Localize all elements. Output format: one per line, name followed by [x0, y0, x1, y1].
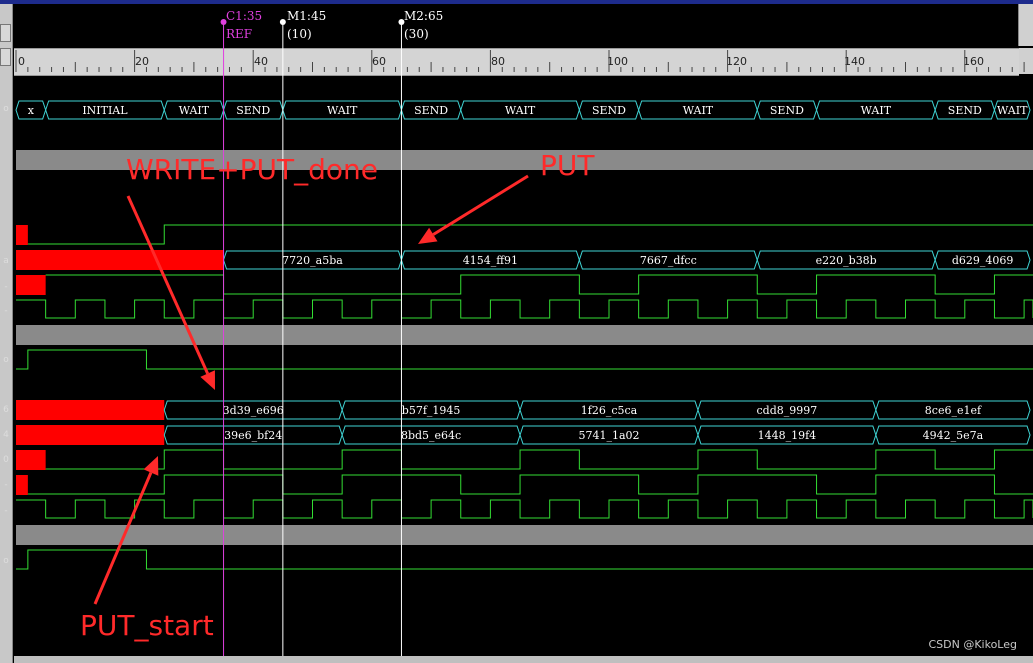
data-bus-3-label: 39e6_bf24 [224, 429, 282, 442]
waveform-viewer: C1:35 REF M1:45 (10) M2:65 (30) 0 20 40 … [0, 0, 1033, 663]
state-bus-label: INITIAL [82, 104, 128, 117]
unknown-region [16, 475, 28, 495]
marker-handle [220, 19, 227, 25]
state-bus-label: SEND [236, 104, 270, 117]
unknown-region [16, 450, 46, 470]
state-bus-label: WAIT [997, 104, 1028, 117]
data-bus-3-label: 8bd5_e64c [401, 429, 461, 442]
data-bus-1-label: 7720_a5ba [282, 254, 343, 267]
watermark: CSDN @KikoLeg [928, 638, 1017, 651]
annotation-arrow-put-shaft [432, 174, 529, 236]
annotation-put-start: PUT_start [80, 609, 214, 642]
unknown-region [16, 225, 28, 245]
unknown-region [16, 275, 46, 295]
state-bus-label: WAIT [327, 104, 358, 117]
unknown-region [16, 250, 224, 270]
state-bus-label: x [28, 104, 35, 117]
unknown-region [16, 400, 165, 420]
data-bus-1-label: 7667_dfcc [640, 254, 697, 267]
annotation-arrow-put-head [418, 227, 438, 244]
data-bus-1-label: e220_b38b [816, 254, 877, 267]
reset-signal-2 [16, 549, 1033, 570]
data-bus-2-label: b57f_1945 [402, 404, 461, 417]
state-bus-label: SEND [948, 104, 982, 117]
done-signal [27, 474, 1033, 495]
group-divider-bar [16, 325, 1033, 345]
valid-signal [27, 224, 1033, 245]
data-bus-2-label: 3d39_e696 [223, 404, 284, 417]
reset-signal [16, 349, 1033, 370]
data-bus-3-label: 5741_1a02 [578, 429, 639, 442]
data-bus-2-label: 8ce6_e1ef [925, 404, 982, 417]
state-bus-label: SEND [592, 104, 626, 117]
state-bus-label: WAIT [861, 104, 892, 117]
data-bus-1-label: d629_4069 [952, 254, 1014, 267]
clock-signal [16, 299, 1033, 319]
data-bus-3-label: 4942_5e7a [923, 429, 984, 442]
ready-signal [45, 274, 1033, 295]
data-bus-1-label: 4154_ff91 [463, 254, 518, 267]
clock-signal-2 [16, 499, 1033, 519]
state-bus-label: WAIT [505, 104, 536, 117]
state-bus-label: SEND [414, 104, 448, 117]
marker-handle [398, 19, 405, 25]
state-bus-label: WAIT [683, 104, 714, 117]
data-bus-2-label: cdd8_9997 [757, 404, 818, 417]
annotation-write-put-done: WRITE+PUT_done [126, 153, 379, 186]
data-bus-3-label: 1448_19f4 [758, 429, 817, 442]
horizontal-scrollbar[interactable] [14, 656, 1033, 663]
annotation-arrow-done-shaft [126, 195, 210, 375]
group-divider-bar [16, 525, 1033, 545]
state-bus-label: SEND [770, 104, 804, 117]
put-signal [45, 449, 1033, 470]
data-bus-2-label: 1f26_c5ca [581, 404, 638, 417]
waveform-canvas[interactable]: x INITIAL WAIT SEND WAIT SEND WAIT SEND WAIT SEND… [0, 0, 1033, 663]
state-bus-label: WAIT [179, 104, 210, 117]
unknown-region [16, 425, 165, 445]
annotation-put: PUT [540, 149, 595, 182]
marker-handle [279, 19, 286, 25]
